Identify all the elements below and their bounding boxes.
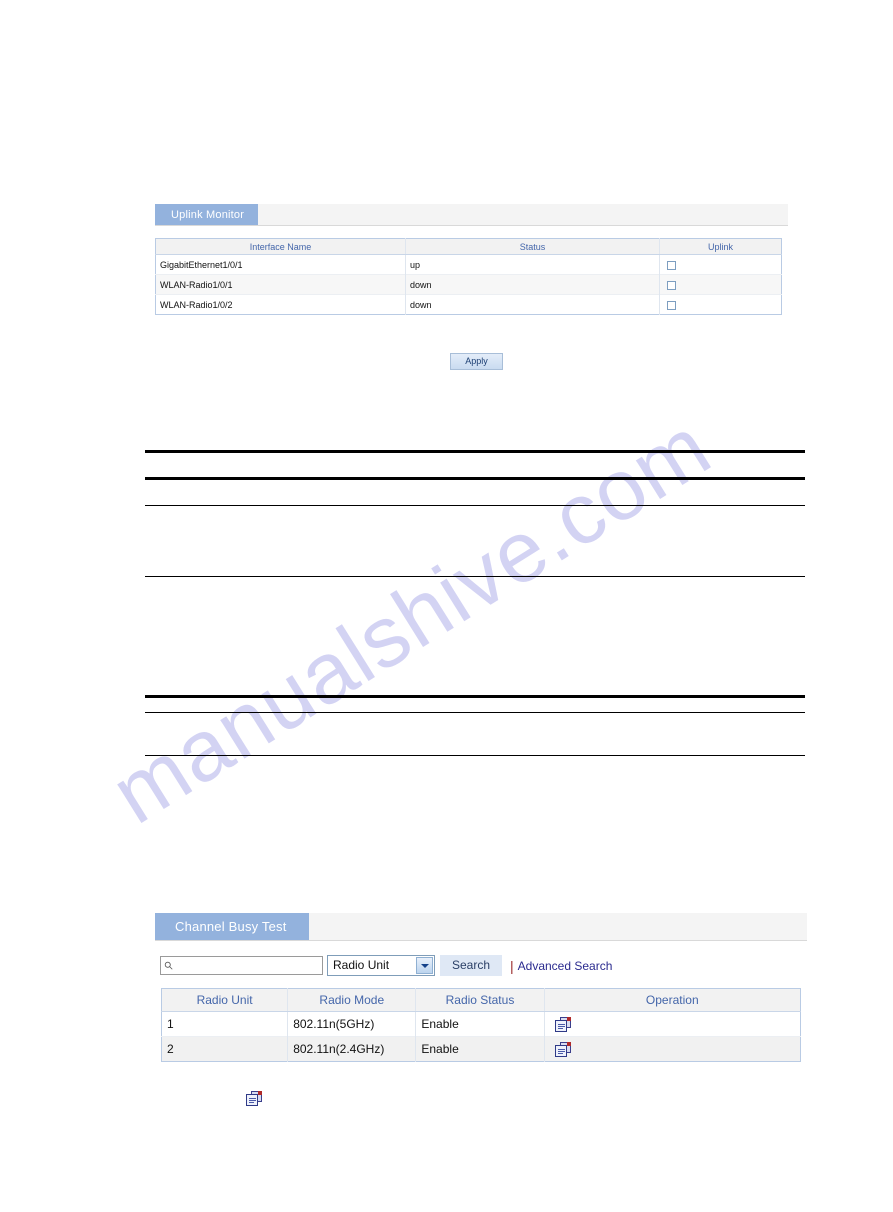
search-field-select[interactable]: Radio Unit [327, 955, 435, 976]
channel-busy-test-icon[interactable] [554, 1041, 572, 1057]
table-header-row: Radio Unit Radio Mode Radio Status Opera… [161, 988, 801, 1012]
search-icon [164, 961, 173, 970]
doc-rule-top-3 [145, 505, 805, 506]
tab-uplink-monitor[interactable]: Uplink Monitor [155, 204, 259, 225]
cell-status: down [405, 274, 660, 295]
search-input-wrap[interactable] [160, 956, 324, 976]
watermark-text: manualshive.com [95, 398, 727, 843]
table-header-row: Interface Name Status Uplink [155, 238, 782, 255]
channel-busy-test-icon[interactable] [554, 1016, 572, 1032]
uplink-monitor-panel: Uplink Monitor Interface Name Status Upl… [155, 204, 788, 315]
column-header-interface-name: Interface Name [155, 238, 406, 255]
table-row[interactable]: 2 802.11n(2.4GHz) Enable [161, 1036, 801, 1062]
search-button[interactable]: Search [440, 955, 502, 976]
tabbar-filler [308, 913, 807, 940]
search-input[interactable] [175, 957, 324, 976]
toolbar-separator: | [510, 957, 514, 974]
channel-busy-test-legend-icon-wrap [246, 1090, 263, 1108]
cell-operation [544, 1036, 801, 1062]
channel-busy-test-icon [246, 1091, 263, 1107]
cell-radio-status: Enable [415, 1036, 545, 1062]
uplink-checkbox[interactable] [667, 260, 676, 270]
uplink-monitor-table: Interface Name Status Uplink GigabitEthe… [155, 238, 782, 315]
cell-radio-unit: 2 [161, 1036, 289, 1062]
doc-rule-bottom-1 [145, 695, 805, 698]
tab-channel-busy-test[interactable]: Channel Busy Test [155, 913, 309, 940]
cell-radio-mode: 802.11n(5GHz) [287, 1011, 417, 1037]
cell-uplink [659, 274, 782, 295]
doc-rule-bottom-2 [145, 712, 805, 713]
table-row[interactable]: WLAN-Radio1/0/2 down [155, 294, 782, 315]
cell-status: up [405, 254, 660, 275]
channel-tabbar: Channel Busy Test [155, 913, 807, 941]
column-header-radio-mode: Radio Mode [287, 988, 417, 1012]
doc-rule-top-4 [145, 576, 805, 577]
uplink-tabbar: Uplink Monitor [155, 204, 788, 226]
cell-status: down [405, 294, 660, 315]
table-row[interactable]: 1 802.11n(5GHz) Enable [161, 1011, 801, 1037]
channel-busy-test-table: Radio Unit Radio Mode Radio Status Opera… [161, 988, 801, 1062]
cell-operation [544, 1011, 801, 1037]
advanced-search-link[interactable]: Advanced Search [518, 959, 613, 973]
cell-radio-mode: 802.11n(2.4GHz) [287, 1036, 417, 1062]
tabbar-filler [258, 204, 788, 225]
column-header-uplink: Uplink [659, 238, 782, 255]
column-header-radio-unit: Radio Unit [161, 988, 289, 1012]
table-row[interactable]: GigabitEthernet1/0/1 up [155, 254, 782, 275]
cell-radio-status: Enable [415, 1011, 545, 1037]
column-header-operation: Operation [544, 988, 801, 1012]
cell-interface-name: WLAN-Radio1/0/2 [155, 294, 406, 315]
cell-interface-name: GigabitEthernet1/0/1 [155, 254, 406, 275]
search-toolbar: Radio Unit Search | Advanced Search [160, 955, 612, 976]
table-row[interactable]: WLAN-Radio1/0/1 down [155, 274, 782, 295]
uplink-checkbox[interactable] [667, 300, 676, 310]
column-header-status: Status [405, 238, 660, 255]
doc-rule-bottom-3 [145, 755, 805, 756]
cell-uplink [659, 254, 782, 275]
search-field-select-value: Radio Unit [333, 958, 390, 972]
apply-button[interactable]: Apply [450, 353, 503, 370]
cell-uplink [659, 294, 782, 315]
channel-busy-test-panel: Channel Busy Test [155, 913, 807, 941]
cell-interface-name: WLAN-Radio1/0/1 [155, 274, 406, 295]
chevron-down-icon[interactable] [416, 957, 433, 974]
page-root: manualshive.com Uplink Monitor Interface… [0, 0, 893, 1212]
uplink-checkbox[interactable] [667, 280, 676, 290]
cell-radio-unit: 1 [161, 1011, 289, 1037]
doc-rule-top-1 [145, 450, 805, 453]
column-header-radio-status: Radio Status [415, 988, 545, 1012]
doc-rule-top-2 [145, 477, 805, 480]
